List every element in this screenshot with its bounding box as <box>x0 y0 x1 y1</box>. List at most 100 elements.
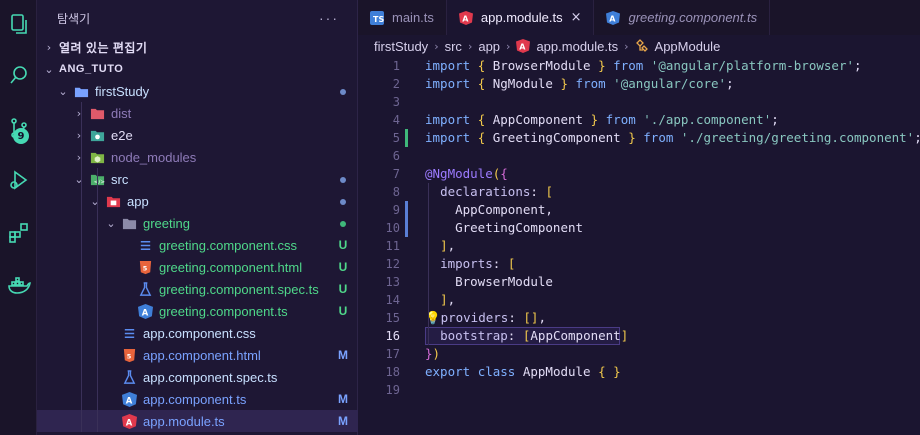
code-editor[interactable]: 1 import { BrowserModule } from '@angular… <box>358 57 920 435</box>
tree-item[interactable]: › dist <box>37 102 358 124</box>
css-file-icon <box>121 325 137 341</box>
code-token: from <box>598 112 644 127</box>
docker-icon[interactable] <box>0 265 37 305</box>
tree-item[interactable]: ⌄ greeting <box>37 212 358 234</box>
git-modified-marker <box>405 201 408 219</box>
code-token: { } <box>598 364 621 379</box>
tab-label: app.module.ts <box>480 10 563 25</box>
tree-item[interactable]: app.component.css <box>37 322 358 344</box>
search-icon[interactable] <box>0 55 37 95</box>
code-token: : <box>492 256 508 271</box>
tree-item[interactable]: ⌄ firstStudy <box>37 80 358 102</box>
line-number: 14 <box>385 293 400 307</box>
indent-guide <box>428 183 429 345</box>
code-text: imports: [ <box>425 255 515 273</box>
explorer-sidebar: 탐색기 ··· › 열려 있는 편집기 ⌄ ANG_TUTO ⌄ firstStu… <box>37 0 358 435</box>
code-line: 12 imports: [ <box>358 255 920 273</box>
chevron-right-icon: › <box>76 150 82 164</box>
tree-item[interactable]: Agreeting.component.ts U <box>37 300 358 322</box>
breadcrumb-item[interactable]: src <box>445 39 462 54</box>
run-debug-icon[interactable] <box>0 160 37 200</box>
tree-item[interactable]: 5 greeting.component.html U <box>37 256 358 278</box>
tree-item[interactable]: ⌄ app <box>37 190 358 212</box>
open-editors-section[interactable]: › 열려 있는 편집기 <box>37 36 358 58</box>
code-line: 1 import { BrowserModule } from '@angular… <box>358 57 920 75</box>
line-number: 5 <box>392 131 400 145</box>
code-token: [] <box>523 310 539 325</box>
tree-item-label: greeting.component.ts <box>159 303 288 319</box>
git-status-badge: M <box>338 392 348 406</box>
svg-text:A: A <box>141 307 148 317</box>
tree-item[interactable]: app.component.spec.ts <box>37 366 358 388</box>
code-line: 19 <box>358 381 920 399</box>
git-status-badge: U <box>338 260 348 274</box>
svg-text:A: A <box>462 14 469 23</box>
code-token: { <box>500 166 508 181</box>
chevron-down-icon: ⌄ <box>74 172 84 186</box>
tree-item-label: dist <box>111 105 132 121</box>
code-line: 8 declarations: [ <box>358 183 920 201</box>
line-number: 15 <box>385 311 400 325</box>
code-token: : <box>507 328 523 343</box>
code-token: NgModule <box>492 76 561 91</box>
tree-item[interactable]: ⌄ </> src <box>37 168 358 190</box>
tree-item[interactable]: › e2e <box>37 124 358 146</box>
chevron-right-icon: › <box>76 106 82 120</box>
tab-app-module-ts[interactable]: A app.module.ts × <box>446 0 595 35</box>
folder-node-icon <box>89 149 105 165</box>
tree-item-label: app.component.css <box>143 325 256 341</box>
indent-guide <box>97 168 98 432</box>
line-number: 13 <box>385 275 400 289</box>
html-file-icon: 5 <box>121 347 137 363</box>
code-token: ] <box>440 238 448 253</box>
git-status-badge: U <box>338 282 348 296</box>
code-token: './app.component' <box>643 112 772 127</box>
tree-item-label: src <box>111 171 129 187</box>
code-token: { <box>477 58 493 73</box>
code-token: export <box>425 364 478 379</box>
more-actions-button[interactable]: ··· <box>319 10 339 26</box>
tree-item-label: node_modules <box>111 149 197 165</box>
tree-item[interactable]: Aapp.component.ts M <box>37 388 358 410</box>
code-text: BrowserModule <box>425 273 553 291</box>
code-token: [ <box>507 256 516 271</box>
tree-item[interactable]: › node_modules <box>37 146 358 168</box>
tree-item[interactable]: greeting.component.css U <box>37 234 358 256</box>
explorer-icon[interactable] <box>0 4 37 44</box>
extensions-icon[interactable] <box>0 213 37 253</box>
code-line: 15 💡providers: [], <box>358 309 920 327</box>
code-token: '@angular/platform-browser' <box>650 58 854 73</box>
code-text: import { NgModule } from '@angular/core'… <box>425 75 734 93</box>
code-line: 9 AppComponent, <box>358 201 920 219</box>
breadcrumb-item[interactable]: app.module.ts <box>536 39 618 54</box>
angular-component-icon: A <box>137 303 153 319</box>
folder-app-icon <box>105 193 121 209</box>
code-token: declarations <box>440 184 531 199</box>
class-symbol-icon <box>635 39 649 53</box>
tree-item[interactable]: Aapp.module.ts M <box>37 410 358 432</box>
tab-label: main.ts <box>392 10 434 25</box>
tree-item[interactable]: greeting.component.spec.ts U <box>37 278 358 300</box>
code-line: 13 BrowserModule <box>358 273 920 291</box>
tab-greeting-component-ts[interactable]: A greeting.component.ts <box>594 0 771 35</box>
line-number: 7 <box>392 167 400 181</box>
angular-component-icon: A <box>606 10 621 25</box>
tab-main-ts[interactable]: TS main.ts <box>358 0 447 35</box>
breadcrumb-item[interactable]: AppModule <box>655 39 721 54</box>
breadcrumb-item[interactable]: firstStudy <box>374 39 428 54</box>
tree-item[interactable]: 5 app.component.html M <box>37 344 358 366</box>
code-line: 7 @NgModule({ <box>358 165 920 183</box>
code-token: BrowserModule <box>425 274 553 289</box>
workspace-section[interactable]: ⌄ ANG_TUTO <box>37 58 358 80</box>
tree-item-label: app <box>127 193 149 209</box>
code-line: 4 import { AppComponent } from './app.com… <box>358 111 920 129</box>
tree-item-label: app.component.html <box>143 347 261 363</box>
line-number: 19 <box>385 383 400 397</box>
code-line: 18 export class AppModule { } <box>358 363 920 381</box>
code-line: 6 <box>358 147 920 165</box>
breadcrumb-item[interactable]: app <box>478 39 500 54</box>
close-tab-button[interactable]: × <box>571 10 582 25</box>
code-token: ) <box>432 346 441 361</box>
line-number: 11 <box>385 239 400 253</box>
code-token: , <box>447 238 456 253</box>
